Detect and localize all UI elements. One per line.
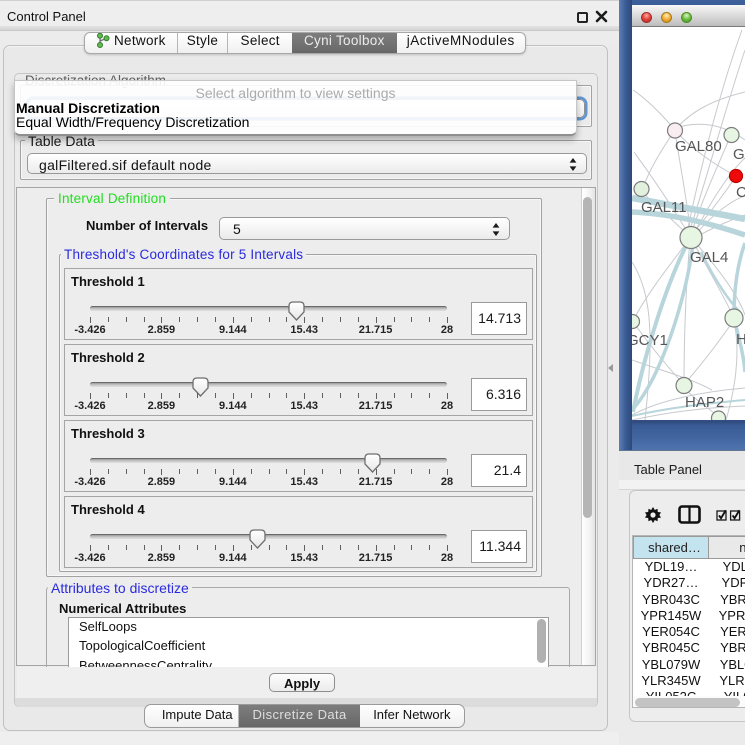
svg-text:GAL11: GAL11 [641, 199, 687, 216]
svg-text:GAL4: GAL4 [690, 249, 728, 266]
svg-text:GCY1: GCY1 [632, 332, 668, 349]
svg-text:H: H [736, 331, 745, 348]
svg-text:GA: GA [733, 146, 745, 163]
svg-text:HAP2: HAP2 [685, 394, 724, 411]
svg-text:C: C [736, 184, 745, 201]
svg-text:GAL80: GAL80 [675, 138, 722, 155]
